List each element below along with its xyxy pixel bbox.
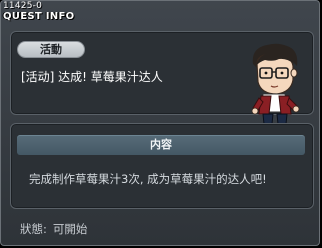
quest-info-window: 11425-0 QUEST INFO 活動 [活动] 达成! 草莓果汁达人 内容… — [0, 0, 320, 246]
quest-status-row: 狀態: 可開始 — [20, 221, 93, 237]
status-value: 可開始 — [52, 222, 88, 236]
quest-content-panel: 内容 完成制作草莓果汁3次, 成为草莓果汁的达人吧! — [10, 123, 314, 209]
quest-summary-panel: 活動 [活动] 达成! 草莓果汁达人 — [10, 31, 314, 127]
npc-portrait-icon — [251, 43, 300, 127]
content-header: 内容 — [17, 135, 305, 155]
status-label: 狀態: — [20, 222, 47, 236]
quest-id-label: 11425-0 — [3, 1, 43, 11]
window-title: QUEST INFO — [3, 11, 75, 22]
content-description: 完成制作草莓果汁3次, 成为草莓果汁的达人吧! — [29, 172, 267, 186]
quest-name: [活动] 达成! 草莓果汁达人 — [21, 70, 163, 84]
quest-category-badge: 活動 — [17, 41, 85, 58]
